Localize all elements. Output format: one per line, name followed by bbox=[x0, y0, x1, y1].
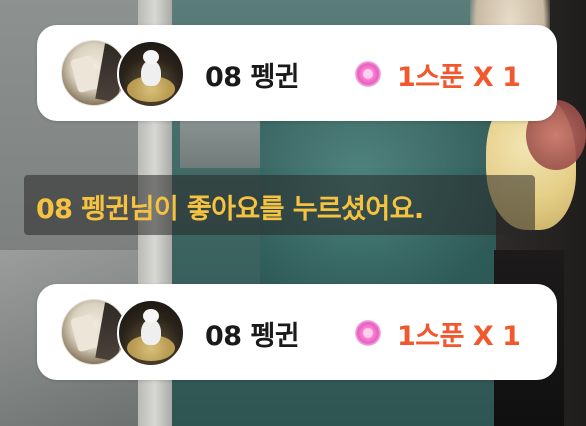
gift-amount: 1스푼 X 1 bbox=[397, 62, 521, 93]
sender-nickname: 08 펭귄 bbox=[205, 62, 300, 93]
gift-message-card: 08 펭귄 1스푼 X 1 bbox=[37, 284, 557, 380]
receiver-avatar[interactable] bbox=[117, 40, 185, 108]
like-notification: 08 펭귄님이 좋아요를 누르셨어요. bbox=[24, 175, 535, 235]
sender-nickname: 08 펭귄 bbox=[205, 321, 300, 352]
like-notification-text: 08 펭귄님이 좋아요를 누르셨어요. bbox=[36, 194, 424, 225]
gift-amount: 1스푼 X 1 bbox=[397, 321, 521, 352]
spoon-icon bbox=[355, 61, 381, 87]
gift-message-card: 08 펭귄 1스푼 X 1 bbox=[37, 25, 557, 121]
spoon-icon bbox=[355, 320, 381, 346]
receiver-avatar[interactable] bbox=[117, 299, 185, 367]
